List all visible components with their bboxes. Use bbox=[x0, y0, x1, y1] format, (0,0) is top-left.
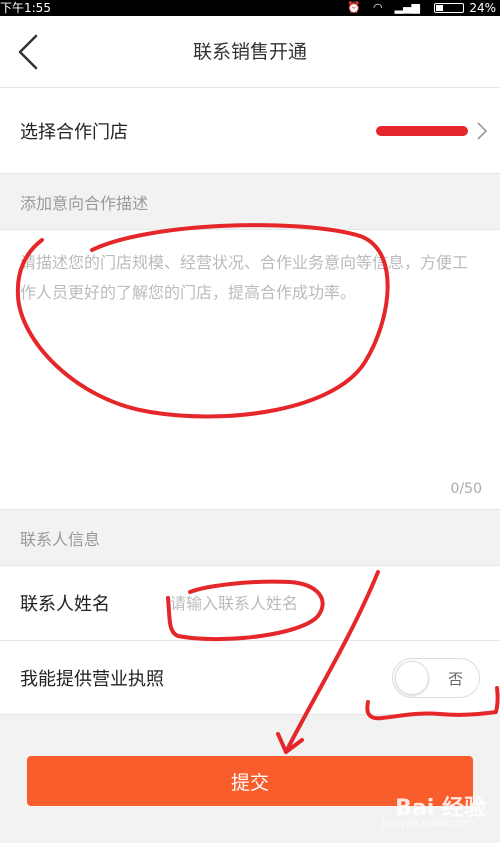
annotation-arrow-head bbox=[276, 732, 304, 754]
status-time: 下午1:55 bbox=[0, 1, 51, 15]
contact-section-title: 联系人信息 bbox=[20, 530, 101, 549]
description-textarea[interactable] bbox=[20, 248, 475, 448]
page-title: 联系销售开通 bbox=[192, 41, 307, 63]
status-icons: ⏰ ◠ ▂▄▆ bbox=[347, 0, 420, 16]
signal-icon: ▂▄▆ bbox=[394, 1, 420, 14]
license-row: 我能提供营业执照 否 bbox=[0, 641, 500, 715]
description-section-title: 添加意向合作描述 bbox=[20, 194, 149, 213]
contact-section-header: 联系人信息 bbox=[0, 511, 500, 565]
license-toggle[interactable]: 否 bbox=[392, 658, 480, 698]
contact-name-label: 联系人姓名 bbox=[20, 594, 110, 615]
select-store-row[interactable]: 选择合作门店 bbox=[0, 88, 500, 174]
char-count: 0/50 bbox=[450, 481, 482, 497]
contact-name-row: 联系人姓名 bbox=[0, 565, 500, 641]
description-box: 0/50 bbox=[0, 229, 500, 510]
select-store-label: 选择合作门店 bbox=[20, 122, 128, 143]
description-section-header: 添加意向合作描述 bbox=[0, 175, 500, 229]
store-value-redacted bbox=[376, 126, 468, 136]
header: 联系销售开通 bbox=[0, 16, 500, 88]
status-bar: 下午1:55 ⏰ ◠ ▂▄▆ 24% bbox=[0, 0, 500, 16]
license-label: 我能提供营业执照 bbox=[20, 669, 164, 690]
toggle-label: 否 bbox=[447, 670, 463, 688]
toggle-knob bbox=[395, 661, 429, 695]
battery-percent: 24% bbox=[469, 1, 496, 15]
alarm-icon: ⏰ bbox=[347, 1, 361, 14]
watermark-url: jingyan.baidu.com bbox=[381, 818, 474, 829]
wifi-icon: ◠ bbox=[373, 1, 383, 14]
battery-icon bbox=[434, 3, 464, 13]
chevron-right-icon bbox=[477, 122, 488, 140]
contact-name-input[interactable] bbox=[170, 588, 470, 618]
